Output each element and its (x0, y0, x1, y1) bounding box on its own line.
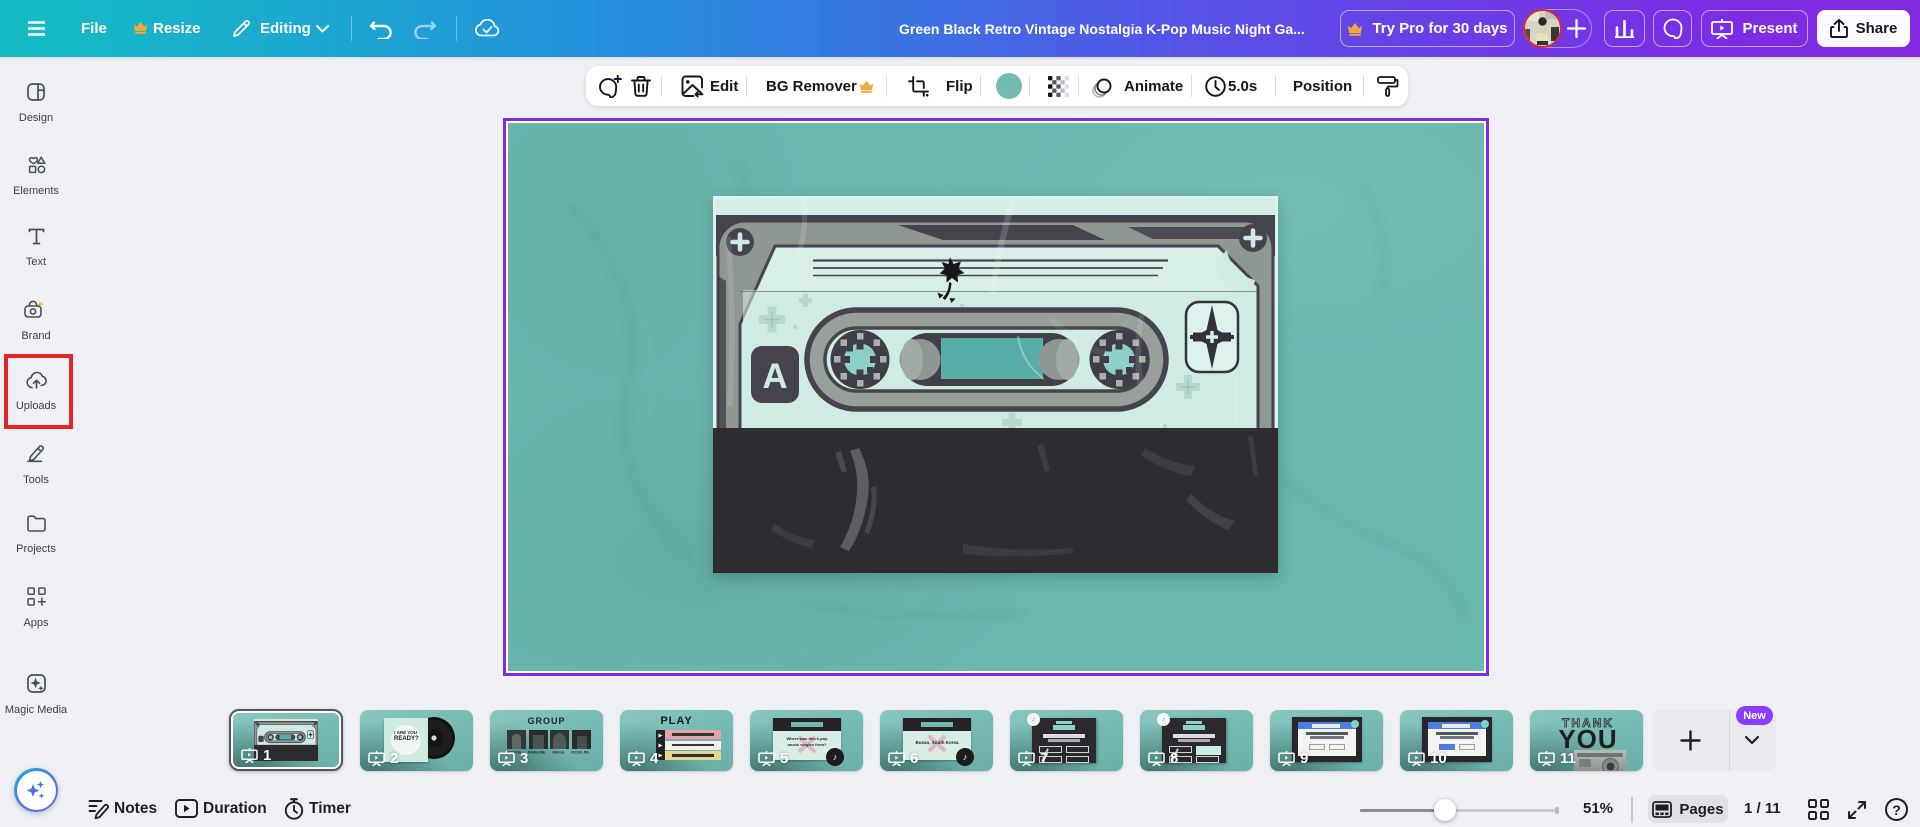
svg-text:A: A (762, 357, 787, 396)
